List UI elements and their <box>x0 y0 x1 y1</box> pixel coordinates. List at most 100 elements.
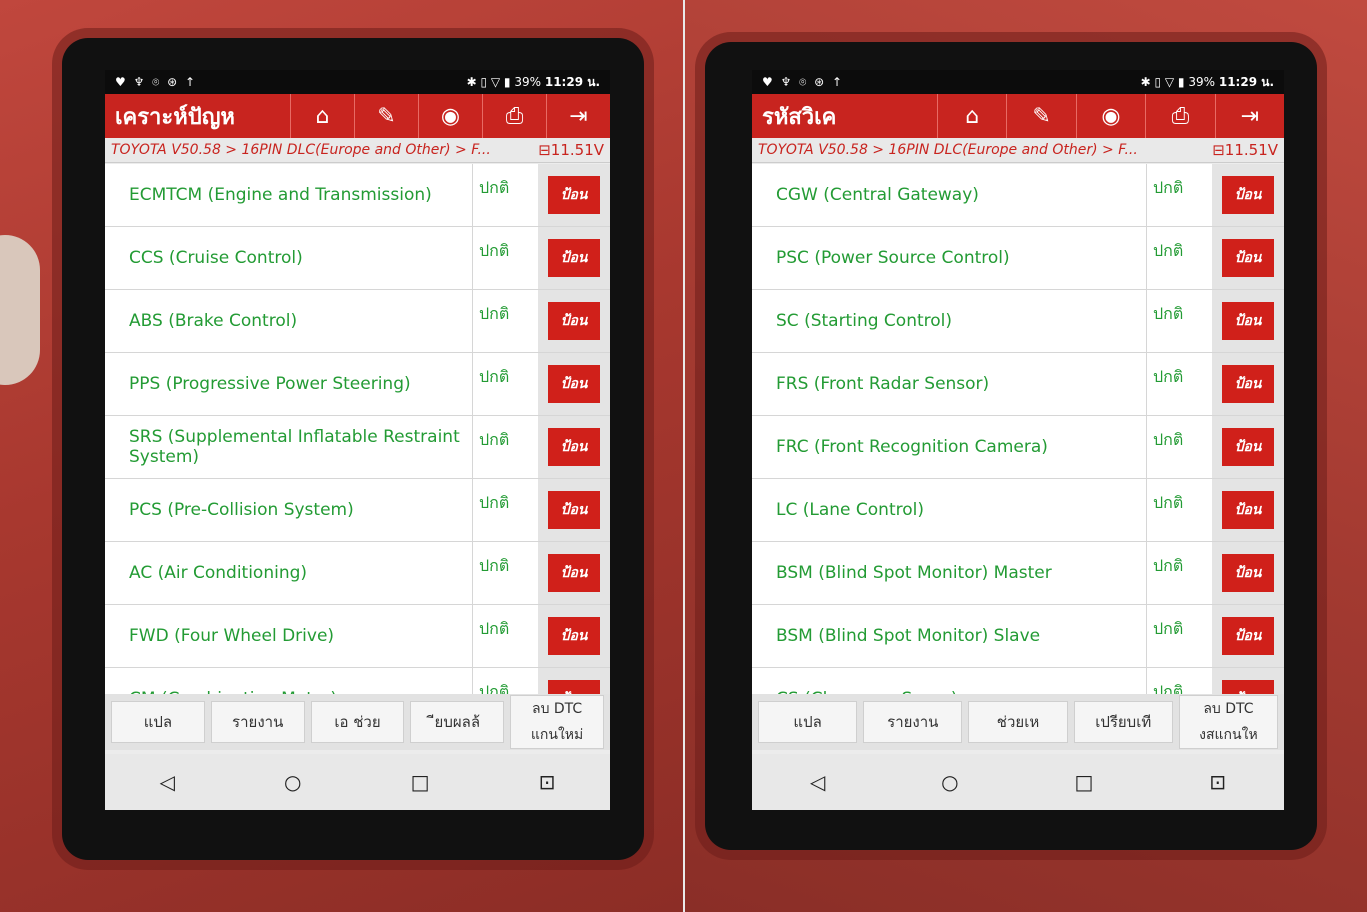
enter-button[interactable]: ป้อน <box>1222 428 1274 466</box>
compare-button[interactable]: เปรียบเที <box>1073 701 1173 743</box>
list-item: BSM (Blind Spot Monitor) Slave ปกติ ป้อน <box>752 605 1284 668</box>
status-right: ✱ ▯ ▽ ▮ 39% 11:29 น. <box>1141 73 1274 92</box>
title-bar: เคราะห์ปัญห ⌂ ✎ ◉ ⎙ ⇥ <box>105 94 610 138</box>
page-title: เคราะห์ปัญห <box>115 104 235 130</box>
enter-button[interactable]: ป้อน <box>1222 617 1274 655</box>
status-bar: ♥ ♆ ⌾ ⊛ ↑ ✱ ▯ ▽ ▮ 39% 11:29 น. <box>105 70 610 94</box>
exit-icon: ⇥ <box>1240 103 1260 129</box>
clear-dtc-button[interactable]: ลบ DTC <box>1203 696 1253 722</box>
signal-icons: ✱ ▯ ▽ ▮ <box>1140 74 1185 89</box>
clock: 11:29 น. <box>1218 74 1274 89</box>
enter-button[interactable]: ป้อน <box>1222 176 1274 214</box>
system-name: ECMTCM (Engine and Transmission) <box>129 184 432 205</box>
status-text: ปกติ <box>472 164 538 226</box>
help-button[interactable]: ช่วยเห <box>968 701 1068 743</box>
list-item: FRC (Front Recognition Camera) ปกติ ป้อน <box>752 416 1284 479</box>
android-nav-bar: ◁ ○ □ ⊡ <box>752 754 1284 810</box>
status-text: ปกติ <box>1146 416 1212 478</box>
list-item: CGW (Central Gateway) ปกติ ป้อน <box>752 164 1284 227</box>
clear-dtc-button[interactable]: ลบ DTC <box>532 696 582 722</box>
status-icons: ♥ ♆ ⌾ ⊛ ↑ <box>115 74 198 89</box>
edit-button[interactable]: ✎ <box>354 94 418 138</box>
enter-button[interactable]: ป้อน <box>1222 302 1274 340</box>
translate-button[interactable]: แปล <box>111 701 205 743</box>
status-text: ปกติ <box>472 542 538 604</box>
system-list: CGW (Central Gateway) ปกติ ป้อน PSC (Power… <box>752 164 1284 710</box>
edit-icon: ✎ <box>377 103 396 129</box>
enter-button[interactable]: ป้อน <box>548 491 600 529</box>
system-name: CCS (Cruise Control) <box>129 247 303 268</box>
system-name: CGW (Central Gateway) <box>776 184 979 205</box>
breadcrumb-path: TOYOTA V50.58 > 16PIN DLC(Europe and Oth… <box>111 142 491 158</box>
translate-button[interactable]: แปล <box>758 701 858 743</box>
help-button[interactable]: เอ ช่วย <box>310 701 405 743</box>
home-circle-icon[interactable]: ○ <box>941 770 958 794</box>
screenshot-icon[interactable]: ⊡ <box>1209 770 1226 794</box>
rescan-button[interactable]: แกนใหม่ <box>531 722 583 748</box>
enter-button[interactable]: ป้อน <box>548 302 600 340</box>
report-button[interactable]: รายงาน <box>863 701 963 743</box>
status-text: ปกติ <box>472 290 538 352</box>
back-icon[interactable]: ◁ <box>810 770 825 794</box>
screenshot-icon[interactable]: ⊡ <box>539 770 556 794</box>
system-name: PPS (Progressive Power Steering) <box>129 373 411 394</box>
enter-button[interactable]: ป้อน <box>548 617 600 655</box>
enter-button[interactable]: ป้อน <box>548 176 600 214</box>
home-icon: ⌂ <box>315 103 330 129</box>
page-title: รหัสวิเค <box>762 104 837 130</box>
dtc-button-group: ลบ DTC งสแกนให <box>1178 695 1279 749</box>
print-button[interactable]: ⎙ <box>482 94 546 138</box>
battery-voltage: ⊟11.51V <box>1212 141 1278 159</box>
system-name: FRS (Front Radar Sensor) <box>776 373 990 394</box>
list-item: AC (Air Conditioning) ปกติ ป้อน <box>105 542 610 605</box>
edit-icon: ✎ <box>1032 103 1051 129</box>
enter-button[interactable]: ป้อน <box>1222 554 1274 592</box>
edit-button[interactable]: ✎ <box>1006 94 1075 138</box>
list-item: PPS (Progressive Power Steering) ปกติ ป้อน <box>105 353 610 416</box>
print-icon: ⎙ <box>505 103 524 129</box>
enter-button[interactable]: ป้อน <box>548 239 600 277</box>
home-button[interactable]: ⌂ <box>290 94 354 138</box>
home-icon: ⌂ <box>965 103 980 129</box>
list-item: PCS (Pre-Collision System) ปกติ ป้อน <box>105 479 610 542</box>
system-name: SC (Starting Control) <box>776 310 953 331</box>
android-nav-bar: ◁ ○ □ ⊡ <box>105 754 610 810</box>
print-icon: ⎙ <box>1171 103 1190 129</box>
status-text: ปกติ <box>1146 542 1212 604</box>
exit-icon: ⇥ <box>569 103 588 129</box>
system-name: BSM (Blind Spot Monitor) Slave <box>776 625 1041 646</box>
list-item: ABS (Brake Control) ปกติ ป้อน <box>105 290 610 353</box>
breadcrumb: TOYOTA V50.58 > 16PIN DLC(Europe and Oth… <box>105 138 610 163</box>
list-item: SC (Starting Control) ปกติ ป้อน <box>752 290 1284 353</box>
enter-button[interactable]: ป้อน <box>548 554 600 592</box>
action-bar: แปล รายงาน ช่วยเห เปรียบเที ลบ DTC งสแกน… <box>752 694 1284 750</box>
recents-icon[interactable]: □ <box>1074 770 1093 794</box>
compare-button[interactable]: ียบผลล้ <box>410 701 505 743</box>
enter-button[interactable]: ป้อน <box>548 365 600 403</box>
list-item: FWD (Four Wheel Drive) ปกติ ป้อน <box>105 605 610 668</box>
exit-button[interactable]: ⇥ <box>546 94 610 138</box>
status-text: ปกติ <box>472 227 538 289</box>
back-icon[interactable]: ◁ <box>160 770 175 794</box>
status-text: ปกติ <box>1146 290 1212 352</box>
user-button[interactable]: ◉ <box>418 94 482 138</box>
battery-level: 39% <box>514 74 542 89</box>
status-text: ปกติ <box>1146 605 1212 667</box>
list-item: BSM (Blind Spot Monitor) Master ปกติ ป้อน <box>752 542 1284 605</box>
rescan-button[interactable]: งสแกนให <box>1199 722 1258 748</box>
status-icons: ♥ ♆ ⌾ ⊛ ↑ <box>762 74 845 89</box>
exit-button[interactable]: ⇥ <box>1214 94 1284 138</box>
enter-button[interactable]: ป้อน <box>1222 239 1274 277</box>
recents-icon[interactable]: □ <box>411 770 430 794</box>
home-button[interactable]: ⌂ <box>937 94 1006 138</box>
list-item: LC (Lane Control) ปกติ ป้อน <box>752 479 1284 542</box>
home-circle-icon[interactable]: ○ <box>284 770 301 794</box>
enter-button[interactable]: ป้อน <box>1222 365 1274 403</box>
enter-button[interactable]: ป้อน <box>1222 491 1274 529</box>
battery-voltage: ⊟11.51V <box>538 141 604 159</box>
report-button[interactable]: รายงาน <box>210 701 305 743</box>
user-button[interactable]: ◉ <box>1075 94 1145 138</box>
print-button[interactable]: ⎙ <box>1145 94 1214 138</box>
system-name: FRC (Front Recognition Camera) <box>776 436 1048 457</box>
enter-button[interactable]: ป้อน <box>548 428 600 466</box>
